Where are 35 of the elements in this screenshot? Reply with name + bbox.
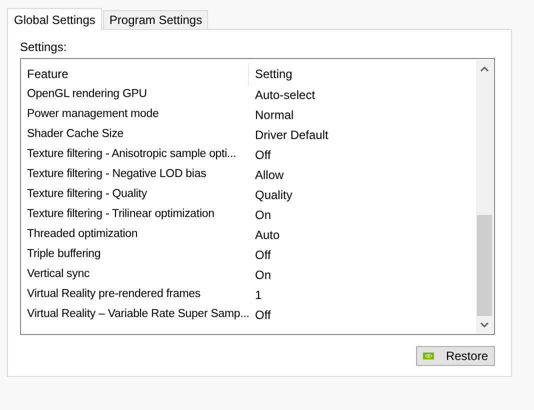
tab[interactable]: Global Settings [7, 8, 102, 30]
table-cell-text: Texture filtering - Quality [26, 187, 148, 202]
table-cell-text: Vertical sync [26, 267, 91, 282]
column-header[interactable]: Feature [21, 67, 68, 81]
table-cell-text: Driver Default [254, 127, 328, 144]
table-cell-text: 1 [254, 287, 262, 304]
settings-label: Settings: [20, 40, 68, 54]
table-cell-text: Virtual Reality pre-rendered frames [26, 287, 202, 302]
table-cell-text: Triple buffering [26, 247, 102, 262]
logo-icon [423, 351, 434, 361]
table-cell-text: Allow [254, 167, 284, 184]
table-cell-text: Threaded optimization [26, 227, 139, 242]
column-header[interactable]: Setting [249, 67, 292, 81]
scrollbar[interactable] [476, 60, 493, 333]
table-cell-text: On [254, 267, 272, 284]
table-cell-text: Texture filtering - Negative LOD bias [26, 167, 208, 182]
table-cell-text: Off [254, 147, 271, 164]
table-cell-text: On [254, 207, 272, 224]
table-cell-text: Off [254, 247, 271, 264]
table-cell-text: OpenGL rendering GPU [26, 87, 148, 102]
table-cell-text: Off [254, 307, 271, 324]
scroll-thumb[interactable] [477, 215, 492, 316]
scroll-down-icon[interactable] [480, 322, 489, 328]
table-cell-text: Auto-select [254, 87, 316, 104]
table-cell-text: Normal [254, 107, 294, 124]
table-cell-text: Texture filtering - Trilinear optimization [26, 207, 216, 222]
table-cell-text: Shader Cache Size [26, 127, 125, 142]
table-cell-text: Quality [254, 187, 292, 204]
scroll-up-icon[interactable] [480, 66, 489, 72]
restore-button[interactable]: Restore [416, 346, 495, 366]
table-cell-text: Virtual Reality – Variable Rate Super Samp... [26, 307, 249, 322]
table-cell-text: Texture filtering - Anisotropic sample opti... [26, 147, 238, 162]
tab[interactable]: Program Settings [103, 10, 208, 29]
table-cell-text: Auto [254, 227, 280, 244]
table-cell-text: Power management mode [26, 107, 160, 122]
